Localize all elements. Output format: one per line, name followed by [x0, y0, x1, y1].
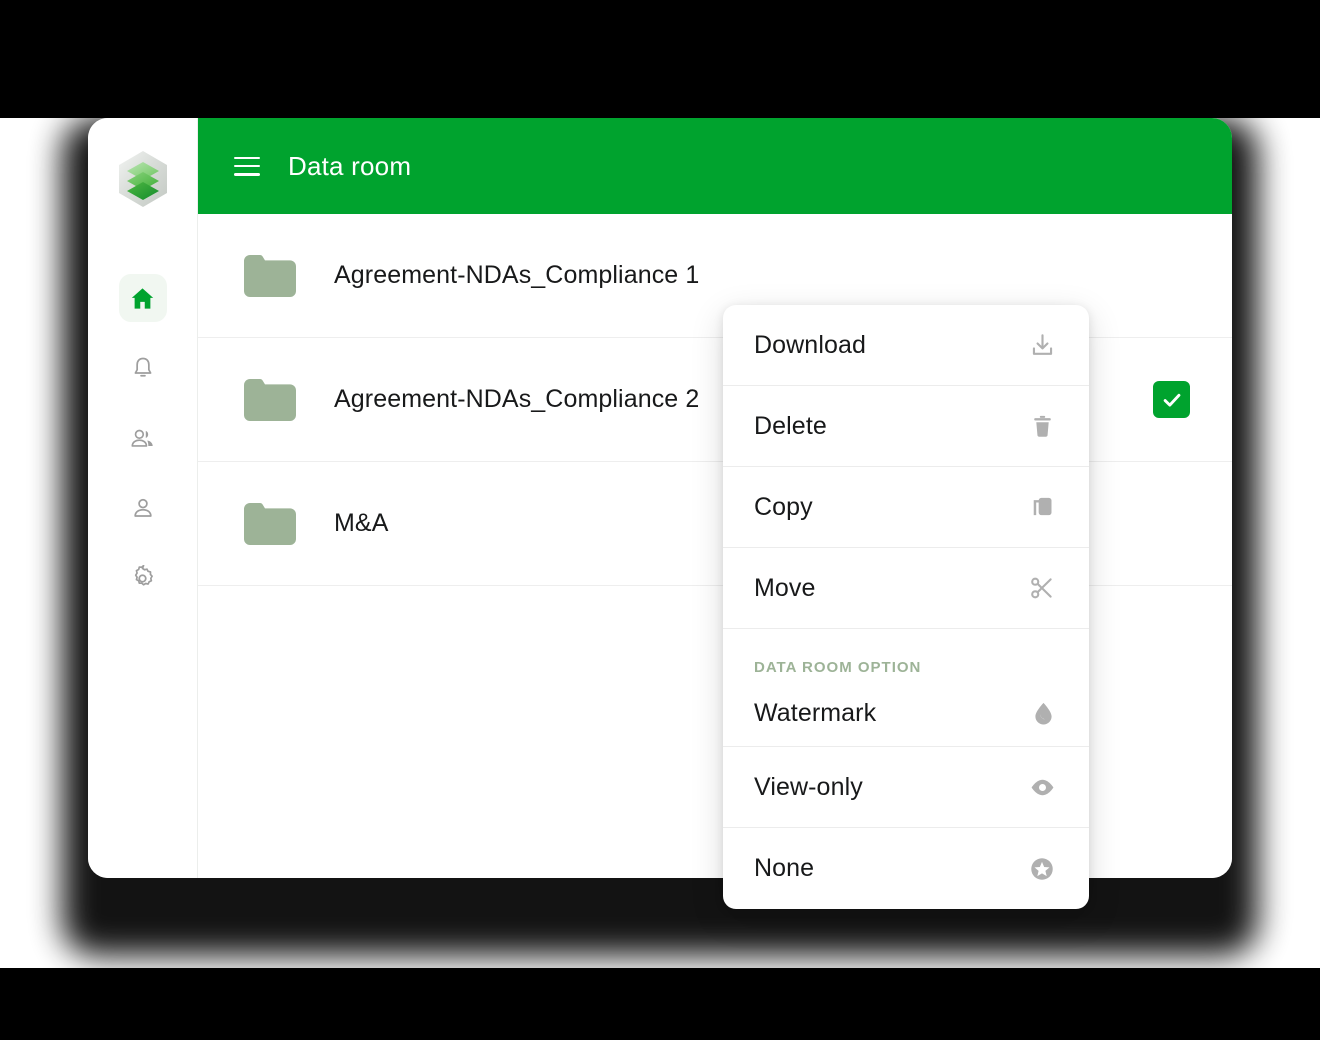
stacked-layers-logo-icon [118, 151, 167, 207]
letterbox-bottom [0, 968, 1320, 1040]
download-icon [1027, 330, 1057, 360]
menu-item-delete[interactable]: Delete [723, 386, 1089, 467]
menu-item-label: Download [754, 330, 866, 359]
folder-icon [244, 378, 296, 421]
file-name: Agreement-NDAs_Compliance 1 [334, 261, 700, 289]
home-icon [131, 287, 154, 309]
context-menu: Download Delete Copy Move DATA ROOM OPTI… [723, 305, 1089, 909]
sidebar-item-settings[interactable] [119, 554, 167, 602]
menu-item-label: Delete [754, 411, 827, 440]
menu-item-label: Move [754, 573, 816, 602]
letterbox-top [0, 0, 1320, 118]
bell-icon [134, 357, 151, 377]
folder-icon [244, 502, 296, 545]
folder-icon [244, 254, 296, 297]
sidebar-item-home[interactable] [118, 274, 167, 322]
page-title: Data room [288, 150, 412, 181]
star-circle-icon [1027, 854, 1057, 884]
menu-section-title: DATA ROOM OPTION [754, 659, 922, 676]
scissors-icon [1027, 573, 1057, 603]
menu-item-watermark[interactable]: Watermark [754, 680, 1058, 746]
sidebar-nav [118, 274, 167, 602]
droplet-icon [1028, 698, 1058, 728]
person-icon [133, 498, 152, 517]
hamburger-icon[interactable] [234, 156, 260, 176]
menu-item-none[interactable]: None [723, 828, 1089, 909]
sidebar-item-profile[interactable] [119, 484, 167, 532]
menu-item-label: Copy [754, 492, 813, 521]
menu-item-copy[interactable]: Copy [723, 467, 1089, 548]
file-name: Agreement-NDAs_Compliance 2 [334, 385, 700, 413]
menu-item-label: View-only [754, 772, 863, 801]
eye-icon [1027, 772, 1057, 802]
row-checkbox-checked[interactable] [1153, 381, 1190, 418]
menu-item-label: Watermark [754, 698, 877, 727]
menu-item-move[interactable]: Move [723, 548, 1089, 629]
copy-icon [1027, 492, 1057, 522]
menu-item-download[interactable]: Download [723, 305, 1089, 386]
check-icon [1163, 393, 1180, 407]
menu-section-data-room-option: DATA ROOM OPTION Watermark [723, 629, 1089, 747]
sidebar [88, 118, 198, 878]
menu-item-label: None [754, 854, 815, 882]
trash-icon [1027, 411, 1057, 441]
sidebar-item-notifications[interactable] [119, 344, 167, 392]
app-header: Data room [198, 118, 1232, 214]
gear-icon [134, 564, 153, 586]
group-icon [131, 429, 153, 447]
menu-item-view-only[interactable]: View-only [723, 747, 1089, 828]
sidebar-item-teams[interactable] [119, 414, 167, 462]
file-name: M&A [334, 509, 389, 537]
